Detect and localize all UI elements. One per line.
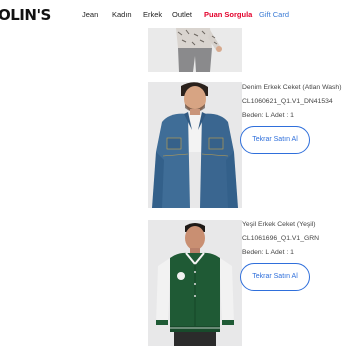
product-size-quantity: Beden: L Adet : 1 bbox=[242, 112, 294, 119]
site-header: OLIN'S Jean Kadın Erkek Outlet Puan Sorg… bbox=[0, 0, 350, 28]
nav-item-outlet[interactable]: Outlet bbox=[172, 10, 192, 19]
nav-item-puan-sorgula[interactable]: Puan Sorgula bbox=[204, 10, 252, 19]
product-code: CL1060621_Q1.V1_DN41534 bbox=[242, 98, 333, 105]
product-image-denim-jacket[interactable] bbox=[148, 82, 242, 208]
reorder-button[interactable]: Tekrar Satın Al bbox=[240, 263, 310, 291]
reorder-button[interactable]: Tekrar Satın Al bbox=[240, 126, 310, 154]
nav-item-kadin[interactable]: Kadın bbox=[112, 10, 132, 19]
nav-item-gift-card[interactable]: Gift Card bbox=[259, 10, 289, 19]
nav-item-erkek[interactable]: Erkek bbox=[143, 10, 162, 19]
product-code: CL1061696_Q1.V1_GRN bbox=[242, 235, 320, 242]
product-size-quantity: Beden: L Adet : 1 bbox=[242, 249, 294, 256]
previous-product-image[interactable] bbox=[148, 28, 242, 72]
brand-logo[interactable]: OLIN'S bbox=[0, 6, 51, 24]
product-image-green-jacket[interactable] bbox=[148, 220, 242, 346]
nav-item-jean[interactable]: Jean bbox=[82, 10, 98, 19]
product-name[interactable]: Denim Erkek Ceket (Atlan Wash) bbox=[242, 84, 341, 92]
product-name[interactable]: Yeşil Erkek Ceket (Yeşil) bbox=[242, 221, 316, 229]
